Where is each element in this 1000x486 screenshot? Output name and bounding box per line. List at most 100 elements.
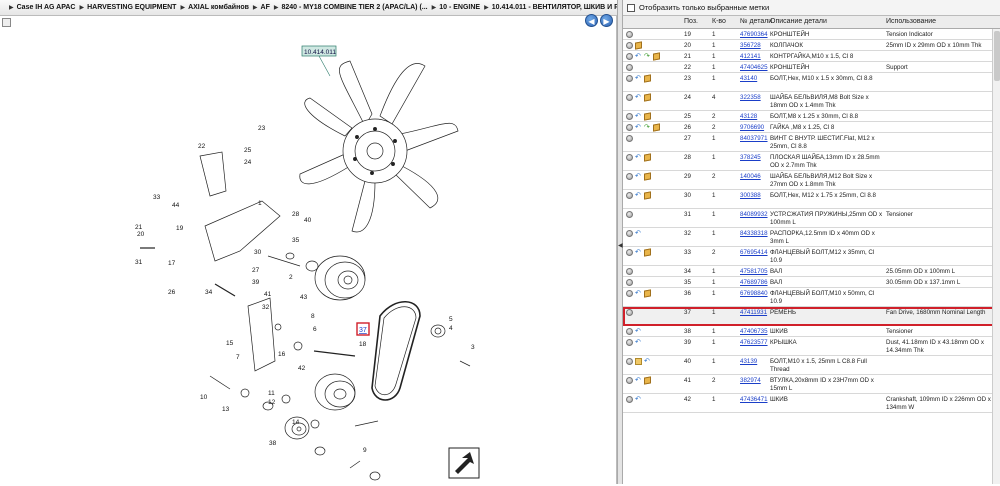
info-icon[interactable] <box>626 279 633 286</box>
return-arrow-icon[interactable]: ↶ <box>635 396 642 403</box>
part-number-link[interactable]: 47581705 <box>740 268 768 276</box>
package-icon[interactable] <box>644 74 651 83</box>
callout-8[interactable]: 8 <box>311 313 315 320</box>
callout-20[interactable]: 20 <box>137 231 145 238</box>
callout-40[interactable]: 40 <box>304 217 312 224</box>
package-icon[interactable] <box>644 112 651 121</box>
table-row[interactable]: 27 1 84037971 ВИНТ С ВНУТР. ШЕСТИГ.Flat, M1… <box>623 133 1000 152</box>
info-icon[interactable] <box>626 249 633 256</box>
callout-22[interactable]: 22 <box>198 143 206 150</box>
callout-26[interactable]: 26 <box>168 289 176 296</box>
table-row[interactable]: 19 1 47690364 КРОНШТЕЙН Tension Indicator <box>623 29 1000 40</box>
callout-7[interactable]: 7 <box>236 354 240 361</box>
table-row[interactable]: ↶ 39 1 47623577 КРЫШКА Dust, 41.18mm ID x 43.… <box>623 337 1000 356</box>
return-arrow-icon[interactable]: ↶ <box>644 358 651 365</box>
return-arrow-icon[interactable]: ↶ <box>635 113 642 120</box>
breadcrumb-item[interactable]: AF <box>261 4 270 11</box>
table-row[interactable]: 35 1 47689786 ВАЛ 30.05mm OD x 137.1mm L <box>623 277 1000 288</box>
next-page-arrow[interactable] <box>448 447 480 479</box>
part-number-link[interactable]: 47436471 <box>740 396 768 404</box>
return-arrow-icon[interactable]: ↶ <box>635 124 642 131</box>
table-row[interactable]: ↶ ↷ 21 1 412141 КОНТРГАЙКА,M10 x 1.5, Cl 8 <box>623 51 1000 62</box>
table-row[interactable]: 20 1 356728 КОЛПАЧОК 25mm ID x 29mm OD x 10m… <box>623 40 1000 51</box>
breadcrumb-item[interactable]: AXIAL комбайнов <box>188 4 249 11</box>
callout-12[interactable]: 12 <box>268 399 276 406</box>
table-row[interactable]: ↶ 36 1 67698840 ФЛАНЦЕВЫЙ БОЛТ,M10 x 50mm, C… <box>623 288 1000 307</box>
info-icon[interactable] <box>626 154 633 161</box>
info-icon[interactable] <box>626 211 633 218</box>
return-arrow-icon[interactable]: ↶ <box>635 154 642 161</box>
part-number-link[interactable]: 9706690 <box>740 124 764 132</box>
callout-30[interactable]: 30 <box>254 249 262 256</box>
part-number-link[interactable]: 47690364 <box>740 31 768 39</box>
col-qty[interactable]: К-во <box>712 18 726 25</box>
show-selected-only-checkbox[interactable] <box>627 3 635 12</box>
table-row[interactable]: 31 1 84089932 УСТР.СЖАТИЯ ПРУЖИНЫ,25mm OD x… <box>623 209 1000 228</box>
info-icon[interactable] <box>626 53 633 60</box>
callout-19[interactable]: 19 <box>176 225 184 232</box>
callout-2[interactable]: 2 <box>289 274 293 281</box>
callout-32[interactable]: 32 <box>262 304 270 311</box>
part-number-link[interactable]: 47406735 <box>740 328 768 336</box>
callout-31[interactable]: 31 <box>135 259 143 266</box>
package-icon[interactable] <box>644 248 651 257</box>
breadcrumb-item[interactable]: 10.414.011 - ВЕНТИЛЯТОР, ШКИВ И РЕМЕ... <box>492 4 620 11</box>
callout-44[interactable]: 44 <box>172 202 180 209</box>
breadcrumb-item[interactable]: 8240 - MY18 COMBINE TIER 2 (APAC/LA) (..… <box>282 4 428 11</box>
table-row[interactable]: 22 1 47404625 КРОНШТЕЙН Support <box>623 62 1000 73</box>
forward-button[interactable]: ▶ <box>600 14 613 27</box>
table-row[interactable]: ↶ 30 1 300388 БОЛТ,Hex, M12 x 1.75 x 25mm, C… <box>623 190 1000 209</box>
return-arrow-icon[interactable]: ↶ <box>635 94 642 101</box>
package-icon[interactable] <box>644 376 651 385</box>
info-icon[interactable] <box>626 230 633 237</box>
part-number-link[interactable]: 84338318 <box>740 230 768 238</box>
package-icon[interactable] <box>644 289 651 298</box>
callout-14[interactable]: 14 <box>292 419 300 426</box>
callout-43[interactable]: 43 <box>300 294 308 301</box>
callout-33[interactable]: 33 <box>153 194 161 201</box>
callout-11[interactable]: 11 <box>268 390 275 397</box>
col-part-number[interactable]: № детали <box>740 18 772 25</box>
callout-21[interactable]: 21 <box>135 224 143 231</box>
info-icon[interactable] <box>626 268 633 275</box>
back-button[interactable]: ◀ <box>585 14 598 27</box>
table-row[interactable]: ↶ 28 1 378245 ПЛОСКАЯ ШАЙБА,13mm ID x 28.5mm… <box>623 152 1000 171</box>
part-number-link[interactable]: 382974 <box>740 377 761 385</box>
col-description[interactable]: Описание детали <box>770 18 827 25</box>
part-number-link[interactable]: 378245 <box>740 154 761 162</box>
part-number-link[interactable]: 67695414 <box>740 249 768 257</box>
vertical-scrollbar[interactable] <box>992 29 1000 484</box>
callout-25[interactable]: 25 <box>244 147 252 154</box>
package-icon[interactable] <box>644 191 651 200</box>
return-arrow-icon[interactable]: ↶ <box>635 328 642 335</box>
part-number-link[interactable]: 43128 <box>740 113 757 121</box>
info-icon[interactable] <box>626 290 633 297</box>
info-icon[interactable] <box>626 309 633 316</box>
info-icon[interactable] <box>626 396 633 403</box>
part-number-link[interactable]: 322358 <box>740 94 761 102</box>
info-icon[interactable] <box>626 328 633 335</box>
package-icon[interactable] <box>653 52 660 61</box>
part-number-link[interactable]: 43140 <box>740 75 757 83</box>
callout-13[interactable]: 13 <box>222 406 230 413</box>
diagram-toolbar-icon[interactable] <box>2 18 11 27</box>
table-row-selected[interactable]: 37 1 47411931 РЕМЕНЬ Fan Drive, 1680mm Nomin… <box>623 307 1000 326</box>
package-icon[interactable] <box>644 93 651 102</box>
info-icon[interactable] <box>626 31 633 38</box>
part-number-link[interactable]: 47689786 <box>740 279 768 287</box>
part-number-link[interactable]: 43139 <box>740 358 757 366</box>
scrollbar-thumb[interactable] <box>994 31 1000 81</box>
callout-28[interactable]: 28 <box>292 211 300 218</box>
callout-24[interactable]: 24 <box>244 159 252 166</box>
callout-1[interactable]: 1 <box>258 200 262 207</box>
info-icon[interactable] <box>626 75 633 82</box>
callout-15[interactable]: 15 <box>226 340 234 347</box>
part-number-link[interactable]: 47411931 <box>740 309 767 317</box>
part-number-link[interactable]: 356728 <box>740 42 761 50</box>
package-icon[interactable] <box>653 123 660 132</box>
callout-5[interactable]: 5 <box>449 316 453 323</box>
package-icon[interactable] <box>644 153 651 162</box>
table-row[interactable]: ↶ 41 2 382974 ВТУЛКА,20x8mm ID x 23H7mm OD x… <box>623 375 1000 394</box>
info-icon[interactable] <box>626 173 633 180</box>
return-arrow-icon[interactable]: ↶ <box>635 53 642 60</box>
